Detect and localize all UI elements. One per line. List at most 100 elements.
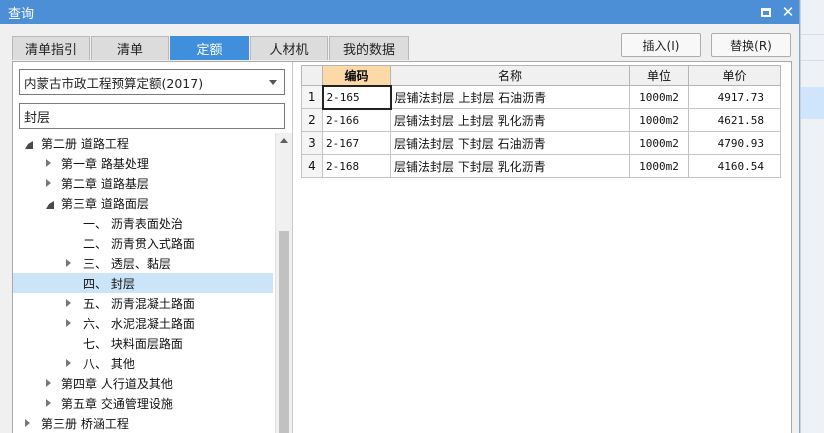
close-icon: ✕	[781, 2, 795, 21]
table-row[interactable]: 1 2-165 层铺法封层 上封层 石油沥青 1000m2 4917.73	[301, 84, 781, 110]
scrollbar-thumb[interactable]	[279, 231, 289, 433]
cell-code[interactable]: 2-168	[322, 154, 391, 178]
tab-my-data[interactable]: 我的数据	[329, 36, 409, 60]
tree-item-label: 第五章 交通管理设施	[61, 396, 173, 411]
tree-item[interactable]: 第四章 人行道及其他	[13, 373, 273, 393]
tree-item[interactable]: 第二册 道路工程	[13, 133, 273, 153]
tree-item-label: 三、 透层、黏层	[83, 256, 171, 271]
tree-item-label: 七、 块料面层路面	[83, 336, 183, 351]
collapse-arrow-icon[interactable]	[66, 299, 71, 307]
collapse-arrow-icon[interactable]	[66, 319, 71, 327]
quota-browser: 内蒙古市政工程预算定额(2017) 第二册 道路工程第一章 路基处理第二章 道路…	[13, 62, 293, 433]
tree-item-label: 第三章 道路面层	[61, 196, 149, 211]
cell-price[interactable]: 4160.54	[688, 154, 781, 178]
cell-unit[interactable]: 1000m2	[629, 108, 689, 132]
cell-unit[interactable]: 1000m2	[629, 131, 689, 155]
insert-button[interactable]: 插入(I)	[621, 33, 701, 57]
cell-code[interactable]: 2-166	[322, 108, 391, 132]
tab-bar: 清单指引 清单 定额 人材机 我的数据 插入(I) 替换(R)	[0, 24, 799, 61]
tab-list[interactable]: 清单	[91, 36, 169, 60]
tree-item-label: 二、 沥青贯入式路面	[83, 236, 195, 251]
cell-code[interactable]: 2-165	[321, 84, 392, 110]
cell-name[interactable]: 层铺法封层 上封层 石油沥青	[390, 85, 630, 109]
table-row[interactable]: 2 2-166 层铺法封层 上封层 乳化沥青 1000m2 4621.58	[301, 108, 781, 132]
content-panel: 内蒙古市政工程预算定额(2017) 第二册 道路工程第一章 路基处理第二章 道路…	[12, 61, 792, 433]
tree-item[interactable]: 第二章 道路基层	[13, 173, 273, 193]
quota-table: 编码 名称 单位 单价 1 2-165 层铺法封层 上封层 石油沥青 1000m2 49…	[301, 65, 781, 178]
tree-item-label: 八、 其他	[83, 356, 135, 371]
column-header-unit[interactable]: 单位	[629, 65, 689, 86]
cell-price[interactable]: 4790.93	[688, 131, 781, 155]
tree-item-label: 六、 水泥混凝土路面	[83, 316, 195, 331]
tree-item[interactable]: 一、 沥青表面处治	[13, 213, 273, 233]
tree-item-label: 五、 沥青混凝土路面	[83, 296, 195, 311]
cell-price[interactable]: 4917.73	[688, 85, 781, 109]
tree-item-label: 四、 封层	[83, 276, 135, 291]
row-number-header	[301, 65, 323, 86]
tab-labor-material-machine[interactable]: 人材机	[250, 36, 328, 60]
collapse-arrow-icon[interactable]	[46, 159, 51, 167]
window-title: 查询	[8, 6, 35, 22]
tree-item[interactable]: 七、 块料面层路面	[13, 333, 273, 353]
title-bar: 查询 ✕	[0, 0, 799, 24]
chapter-tree: 第二册 道路工程第一章 路基处理 第二章 道路基层 第三章 道路面层一、 沥青表面处…	[13, 133, 273, 433]
tree-item-label: 一、 沥青表面处治	[83, 216, 183, 231]
tree-item[interactable]: 六、 水泥混凝土路面	[13, 313, 273, 333]
background-selected-row	[801, 87, 824, 119]
cell-price[interactable]: 4621.58	[688, 108, 781, 132]
search-input[interactable]	[19, 103, 285, 129]
cell-unit[interactable]: 1000m2	[629, 85, 689, 109]
background-gridline	[801, 60, 824, 61]
tree-item[interactable]: 二、 沥青贯入式路面	[13, 233, 273, 253]
cell-unit[interactable]: 1000m2	[629, 154, 689, 178]
replace-button[interactable]: 替换(R)	[711, 33, 791, 57]
collapse-arrow-icon[interactable]	[46, 179, 51, 187]
tree-item-label: 第二章 道路基层	[61, 176, 149, 191]
collapse-arrow-icon[interactable]	[25, 419, 30, 427]
tree-scrollbar[interactable]	[275, 133, 292, 433]
collapse-arrow-icon[interactable]	[46, 399, 51, 407]
query-dialog: 查询 ✕ 清单指引 清单 定额 人材机 我的数据 插入(I) 替换(R) 内蒙古…	[0, 0, 800, 433]
tree-item[interactable]: 四、 封层	[13, 273, 273, 293]
column-header-name[interactable]: 名称	[390, 65, 630, 86]
tab-quota[interactable]: 定额	[170, 36, 249, 60]
maximize-button[interactable]	[755, 1, 777, 23]
library-select[interactable]: 内蒙古市政工程预算定额(2017)	[19, 69, 285, 95]
tree-item-label: 第二册 道路工程	[41, 136, 129, 151]
expand-arrow-icon[interactable]	[46, 201, 54, 209]
row-number[interactable]: 4	[301, 154, 323, 178]
tree-item[interactable]: 第三册 桥涵工程	[13, 413, 273, 433]
tree-item[interactable]: 第一章 路基处理	[13, 153, 273, 173]
background-gridline	[801, 34, 824, 35]
background-window-edge	[800, 0, 824, 433]
cell-code[interactable]: 2-167	[322, 131, 391, 155]
cell-name[interactable]: 层铺法封层 下封层 石油沥青	[390, 131, 630, 155]
collapse-arrow-icon[interactable]	[46, 379, 51, 387]
tree-item-label: 第一章 路基处理	[61, 156, 149, 171]
maximize-icon	[761, 7, 771, 17]
tree-item[interactable]: 第三章 道路面层	[13, 193, 273, 213]
tree-item[interactable]: 三、 透层、黏层	[13, 253, 273, 273]
scroll-up-icon[interactable]	[280, 138, 288, 143]
tab-list-guide[interactable]: 清单指引	[12, 36, 90, 60]
tree-item[interactable]: 第五章 交通管理设施	[13, 393, 273, 413]
tree-item[interactable]: 八、 其他	[13, 353, 273, 373]
expand-arrow-icon[interactable]	[25, 141, 33, 149]
chevron-down-icon	[269, 80, 277, 85]
column-header-price[interactable]: 单价	[688, 65, 781, 86]
row-number[interactable]: 1	[301, 85, 323, 109]
cell-name[interactable]: 层铺法封层 上封层 乳化沥青	[390, 108, 630, 132]
close-button[interactable]: ✕	[777, 1, 799, 23]
row-number[interactable]: 2	[301, 108, 323, 132]
library-select-value: 内蒙古市政工程预算定额(2017)	[24, 75, 204, 91]
cell-name[interactable]: 层铺法封层 下封层 乳化沥青	[390, 154, 630, 178]
collapse-arrow-icon[interactable]	[66, 259, 71, 267]
tree-item[interactable]: 五、 沥青混凝土路面	[13, 293, 273, 313]
collapse-arrow-icon[interactable]	[66, 359, 71, 367]
table-row[interactable]: 4 2-168 层铺法封层 下封层 乳化沥青 1000m2 4160.54	[301, 154, 781, 178]
tree-item-label: 第三册 桥涵工程	[41, 416, 129, 431]
row-number[interactable]: 3	[301, 131, 323, 155]
table-row[interactable]: 3 2-167 层铺法封层 下封层 石油沥青 1000m2 4790.93	[301, 131, 781, 155]
tree-item-label: 第四章 人行道及其他	[61, 376, 173, 391]
column-header-code[interactable]: 编码	[322, 65, 391, 86]
